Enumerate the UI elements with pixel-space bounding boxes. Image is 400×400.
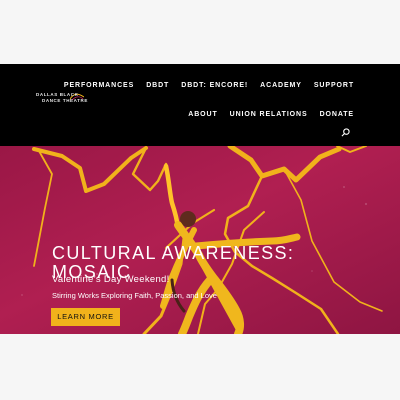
nav-item-performances[interactable]: PERFORMANCES: [64, 81, 134, 91]
search-icon[interactable]: [341, 128, 350, 137]
hero-banner: CULTURAL AWARENESS: MOSAIC Valentine’s D…: [0, 146, 400, 334]
secondary-nav: ABOUT UNION RELATIONS DONATE: [188, 110, 354, 120]
learn-more-button[interactable]: LEARN MORE: [51, 308, 120, 326]
site-header: DALLAS BLACK DANCE THEATRE PERFORMANCES …: [0, 64, 400, 146]
nav-item-dbdt[interactable]: DBDT: [146, 81, 169, 91]
hero-background-image: [0, 146, 400, 334]
nav-item-union-relations[interactable]: UNION RELATIONS: [230, 110, 308, 120]
site-logo[interactable]: DALLAS BLACK DANCE THEATRE: [36, 92, 88, 116]
logo-text-line2: DANCE THEATRE: [42, 98, 88, 103]
hero-tagline: Stirring Works Exploring Faith, Passion,…: [52, 291, 217, 300]
nav-item-donate[interactable]: DONATE: [320, 110, 354, 120]
nav-item-support[interactable]: SUPPORT: [314, 81, 354, 91]
nav-item-about[interactable]: ABOUT: [188, 110, 217, 120]
nav-item-academy[interactable]: ACADEMY: [260, 81, 302, 91]
primary-nav: PERFORMANCES DBDT DBDT: ENCORE! ACADEMY …: [64, 81, 354, 91]
hero-subtitle: Valentine’s Day Weekend!: [52, 274, 170, 285]
page: DALLAS BLACK DANCE THEATRE PERFORMANCES …: [0, 0, 400, 400]
nav-item-dbdt-encore[interactable]: DBDT: ENCORE!: [181, 81, 248, 91]
